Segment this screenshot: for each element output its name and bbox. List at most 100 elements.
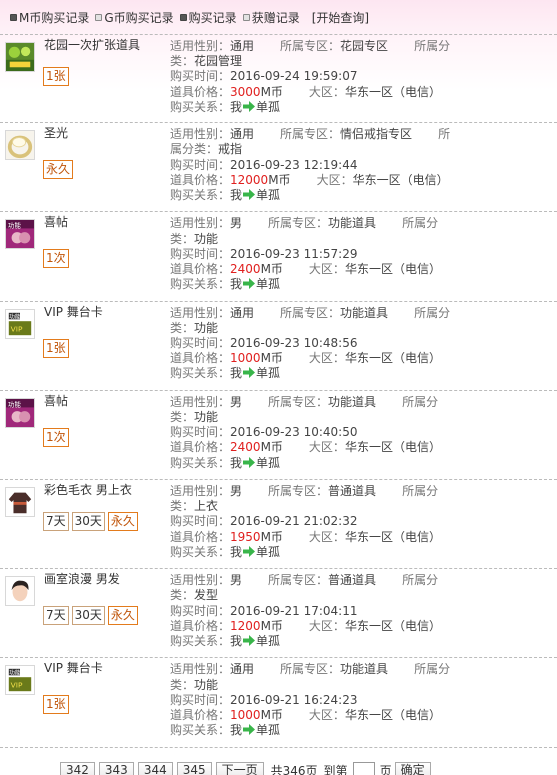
duration-option-button[interactable]: 30天: [71, 511, 105, 531]
item-name-link[interactable]: 喜帖: [44, 394, 144, 408]
purchase-time-value: 2016-09-21 21:02:32: [230, 514, 358, 529]
arrow-right-icon: [243, 724, 256, 736]
gender-value: 通用: [230, 662, 255, 677]
tab-gift-label: 获赠记录: [251, 10, 300, 25]
page-button[interactable]: 345: [176, 762, 212, 775]
price-value: 12000: [230, 172, 269, 187]
next-page-button[interactable]: 下一页: [215, 762, 264, 775]
tab-gift-records[interactable]: 获赠记录: [242, 9, 300, 26]
field-label-relation: 购买关系：: [170, 633, 231, 648]
price-value: 1000: [230, 351, 261, 366]
tab-m-coin-radio[interactable]: [10, 13, 17, 21]
duration-option-button[interactable]: 永久: [43, 160, 74, 180]
duration-options: 1张: [43, 338, 72, 358]
region-value: 华东一区（电信）: [344, 707, 441, 722]
tab-g-coin-records[interactable]: G币购买记录: [95, 9, 174, 26]
record-row: 彩色毛衣 男上衣 7天 30天 永久 适用性别：男 所属专区：普通道具 所属分类：上衣 购买时…: [0, 480, 557, 570]
duration-options: 1次: [43, 427, 72, 447]
tab-purchase-radio[interactable]: [179, 13, 187, 21]
category-value: 功能: [194, 409, 219, 424]
item-name-link[interactable]: 画室浪漫 男发: [44, 573, 144, 586]
field-label-gender: 适用性别：: [170, 662, 231, 677]
duration-option-button[interactable]: 1张: [43, 695, 69, 715]
item-name-link[interactable]: 花园一次扩张道具: [44, 39, 144, 52]
field-label-gender: 适用性别：: [170, 305, 231, 320]
arrow-right-icon: [243, 278, 256, 290]
record-details: 适用性别：男 所属专区：普通道具 所属分类：发型 购买时间：2016-09-21 17…: [170, 573, 460, 649]
invitation-icon[interactable]: 功能: [5, 397, 35, 428]
item-name-link[interactable]: VIP 舞台卡: [44, 662, 144, 675]
hair-icon[interactable]: [5, 576, 35, 607]
tab-purchase-records[interactable]: 购买记录: [179, 9, 237, 26]
duration-option-button[interactable]: 7天: [43, 511, 69, 531]
field-label-region: 大区：: [308, 618, 345, 633]
duration-option-button[interactable]: 永久: [107, 606, 138, 626]
record-row: 圣光 永久 适用性别：通用 所属专区：情侣戒指专区 所属分类：戒指 购买时间：2016-0…: [0, 123, 557, 213]
vip-card-icon[interactable]: 功能 VIP: [5, 308, 35, 339]
zone-value: 功能道具: [328, 216, 377, 231]
purchase-time-value: 2016-09-23 12:19:44: [230, 157, 358, 172]
page-button[interactable]: 344: [137, 762, 173, 775]
item-name-link[interactable]: 喜帖: [44, 216, 144, 229]
field-label-gender: 适用性别：: [170, 394, 231, 409]
gender-value: 通用: [230, 127, 255, 142]
duration-option-button[interactable]: 1张: [43, 67, 69, 86]
duration-option-button[interactable]: 30天: [71, 606, 105, 626]
garden-expand-icon[interactable]: [5, 42, 35, 72]
field-label-price: 道具价格：: [170, 351, 231, 366]
price-unit: M币: [260, 84, 283, 99]
vip-card-icon[interactable]: 功能 VIP: [5, 665, 35, 696]
field-label-time: 购买时间：: [170, 692, 231, 707]
record-details: 适用性别：通用 所属专区：花园专区 所属分类：花园管理 购买时间：2016-09-24…: [170, 39, 460, 115]
field-label-gender: 适用性别：: [170, 39, 231, 53]
duration-option-button[interactable]: 1次: [43, 249, 69, 269]
buyer-value: 我: [230, 633, 243, 648]
ring-icon[interactable]: [5, 130, 35, 161]
gender-value: 男: [230, 394, 243, 409]
item-name-link[interactable]: 圣光: [44, 127, 144, 140]
item-name-link[interactable]: 彩色毛衣 男上衣: [44, 483, 144, 497]
field-label-zone: 所属专区：: [268, 216, 329, 231]
price-unit: M币: [260, 618, 283, 633]
field-label-zone: 所属专区：: [280, 39, 341, 53]
page-button[interactable]: 342: [60, 762, 95, 775]
field-label-region: 大区：: [316, 172, 353, 187]
buyer-value: 我: [230, 366, 243, 381]
recipient-value: 单孤: [256, 723, 281, 738]
region-value: 华东一区（电信）: [344, 84, 441, 99]
confirm-goto-button[interactable]: 确定: [394, 762, 431, 775]
invitation-icon[interactable]: 功能: [5, 219, 35, 250]
goto-page-input[interactable]: [352, 762, 375, 775]
start-query-button[interactable]: [开始查询]: [312, 9, 369, 26]
price-unit: M币: [268, 172, 291, 187]
field-label-relation: 购买关系：: [170, 277, 231, 292]
price-value: 1950: [230, 529, 261, 544]
item-name-link[interactable]: VIP 舞台卡: [44, 305, 144, 319]
zone-value: 情侣戒指专区: [340, 127, 413, 142]
record-row: 功能 VIP VIP 舞台卡 1张 适用性别：通用 所属专区：功能道具 所属分类：功能 购买时…: [0, 658, 557, 748]
tab-m-coin-records[interactable]: M币购买记录: [10, 9, 89, 26]
page-button[interactable]: 343: [98, 762, 134, 775]
field-label-gender: 适用性别：: [170, 573, 231, 588]
record-row: 功能 喜帖 1次 适用性别：男 所属专区：功能道具 所属分类：功能 购买时间：2016-09…: [0, 391, 557, 480]
field-label-region: 大区：: [308, 707, 345, 722]
recipient-value: 单孤: [256, 188, 281, 202]
field-label-region: 大区：: [308, 529, 345, 544]
duration-option-button[interactable]: 1张: [43, 338, 69, 358]
record-details: 适用性别：男 所属专区：功能道具 所属分类：功能 购买时间：2016-09-23 11…: [170, 216, 460, 292]
sweater-icon[interactable]: [5, 486, 35, 517]
recipient-value: 单孤: [256, 633, 281, 648]
duration-option-button[interactable]: 1次: [43, 427, 69, 447]
tab-g-coin-radio[interactable]: [95, 13, 103, 21]
duration-option-button[interactable]: 永久: [107, 511, 138, 531]
field-label-time: 购买时间：: [170, 69, 231, 84]
duration-option-button[interactable]: 7天: [43, 606, 69, 626]
arrow-right-icon: [243, 545, 256, 557]
tab-gift-radio[interactable]: [242, 13, 250, 21]
price-unit: M币: [260, 707, 283, 722]
recipient-value: 单孤: [256, 455, 281, 470]
buyer-value: 我: [230, 544, 243, 559]
field-label-time: 购买时间：: [170, 335, 231, 350]
zone-value: 普通道具: [328, 483, 377, 498]
field-label-zone: 所属专区：: [280, 305, 341, 320]
